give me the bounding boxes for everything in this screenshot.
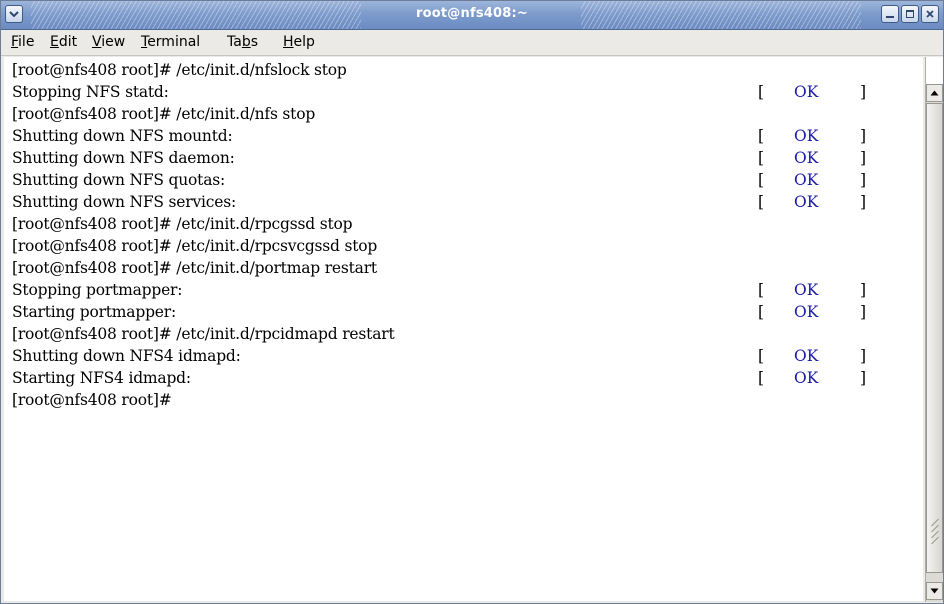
terminal-line: [root@nfs408 root]# /etc/init.d/rpcgssd … (12, 215, 353, 233)
terminal-line: Starting NFS4 idmapd: (12, 369, 191, 387)
menu-tabs[interactable]: Tabs (225, 34, 260, 50)
terminal-line: [root@nfs408 root]# /etc/init.d/nfs stop (12, 105, 316, 123)
terminal-line: [root@nfs408 root]# /etc/init.d/rpcsvcgs… (12, 237, 378, 255)
status-ok: [OK] (758, 303, 867, 321)
terminal-window: root@nfs408:~ File Edit View Terminal Ta… (0, 0, 944, 604)
scrollbar-top-gap (926, 57, 943, 84)
terminal-line: Shutting down NFS mountd: (12, 127, 233, 145)
terminal-output[interactable]: [root@nfs408 root]# /etc/init.d/nfslock … (4, 57, 923, 601)
status-ok: [OK] (758, 281, 867, 299)
maximize-icon[interactable] (901, 5, 919, 23)
menu-file[interactable]: File (9, 34, 36, 50)
status-ok: [OK] (758, 171, 867, 189)
terminal-line: Shutting down NFS daemon: (12, 149, 235, 167)
minimize-icon[interactable] (881, 5, 899, 23)
terminal-line: [root@nfs408 root]# /etc/init.d/rpcidmap… (12, 325, 395, 343)
terminal-line: Shutting down NFS quotas: (12, 171, 226, 189)
terminal-line: Shutting down NFS4 idmapd: (12, 347, 241, 365)
status-ok: [OK] (758, 83, 867, 101)
terminal-prompt: [root@nfs408 root]# (12, 391, 172, 409)
menu-view[interactable]: View (90, 34, 127, 50)
menu-help[interactable]: Help (281, 34, 317, 50)
status-ok: [OK] (758, 369, 867, 387)
terminal-line: Stopping portmapper: (12, 281, 183, 299)
scroll-down-arrow-icon[interactable] (926, 582, 943, 600)
status-ok: [OK] (758, 149, 867, 167)
scrollbar-thumb[interactable] (926, 103, 943, 573)
menu-bar: File Edit View Terminal Tabs Help (1, 30, 943, 56)
vertical-scrollbar[interactable] (925, 57, 943, 602)
terminal-line: [root@nfs408 root]# /etc/init.d/portmap … (12, 259, 377, 277)
terminal-line: Starting portmapper: (12, 303, 176, 321)
window-title: root@nfs408:~ (416, 6, 528, 21)
status-ok: [OK] (758, 347, 867, 365)
terminal-line: Shutting down NFS services: (12, 193, 237, 211)
terminal-line: [root@nfs408 root]# /etc/init.d/nfslock … (12, 61, 347, 79)
terminal-line: Stopping NFS statd: (12, 83, 169, 101)
title-bar[interactable]: root@nfs408:~ (1, 1, 943, 30)
menu-terminal[interactable]: Terminal (139, 34, 202, 50)
status-ok: [OK] (758, 127, 867, 145)
scroll-up-arrow-icon[interactable] (926, 84, 943, 102)
status-ok: [OK] (758, 193, 867, 211)
menu-edit[interactable]: Edit (48, 34, 79, 50)
close-icon[interactable] (921, 5, 939, 23)
